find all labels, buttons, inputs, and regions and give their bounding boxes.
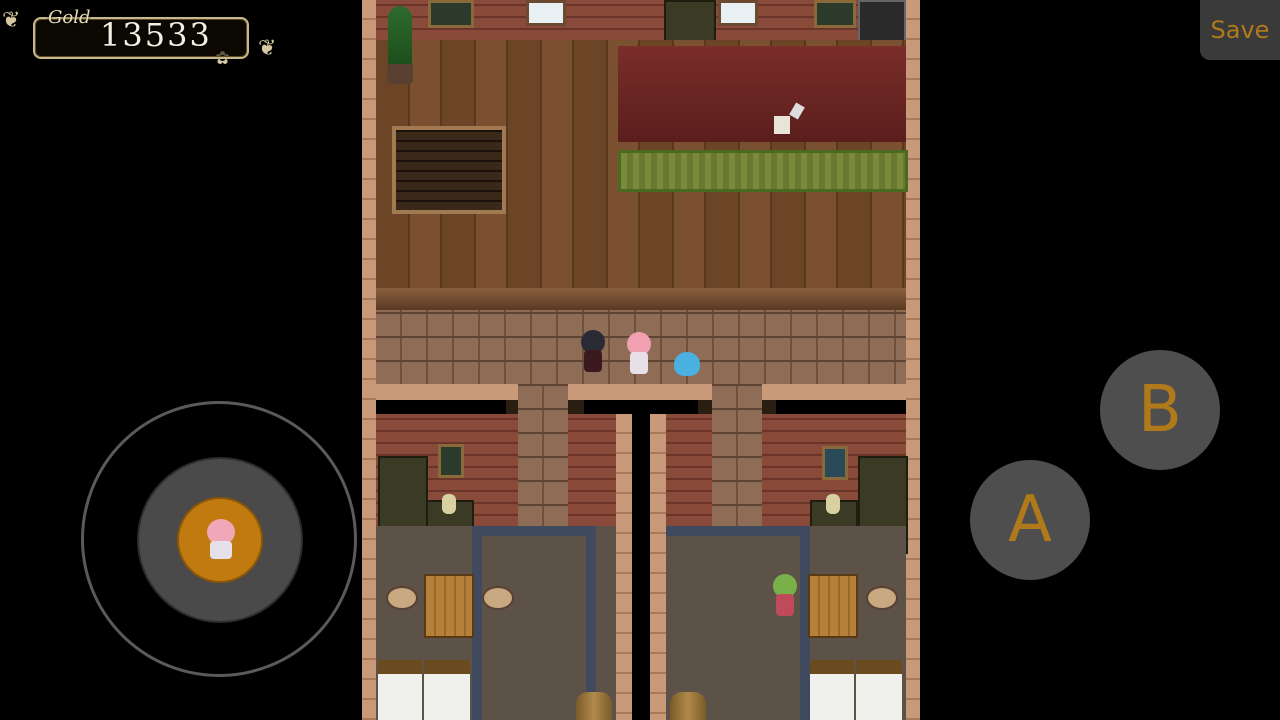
left-room-wall [568, 414, 616, 526]
barrel-icon [670, 692, 706, 720]
a-button[interactable]: A [970, 460, 1090, 580]
avatar-body [210, 541, 232, 559]
reception-counter [618, 46, 906, 142]
room-wall-top [762, 384, 906, 400]
stool [866, 586, 898, 610]
room-wall-top [568, 384, 712, 400]
gold-display: ❦ ❦ ✿ Gold 13533 [0, 0, 285, 75]
barrel-icon [576, 692, 612, 720]
wooden-table [424, 574, 474, 638]
wall-gap [376, 400, 506, 414]
player-dark-haired-boy[interactable] [576, 330, 610, 376]
wall-painting [814, 0, 856, 28]
wooden-table [808, 574, 858, 638]
bed [424, 660, 470, 720]
bed [856, 660, 902, 720]
wall-gap [776, 400, 906, 414]
staircase[interactable] [392, 126, 506, 214]
flourish-right-icon: ❦ [258, 36, 277, 61]
bed [378, 660, 422, 720]
wall-portrait [438, 444, 464, 478]
b-button[interactable]: B [1100, 350, 1220, 470]
flourish-left-icon: ❦ [2, 8, 21, 33]
party-pink-haired-girl[interactable] [622, 332, 656, 378]
npc-green-haired-girl[interactable] [768, 574, 802, 620]
outfit [776, 594, 794, 616]
center-divider [632, 400, 650, 720]
bed [810, 660, 854, 720]
room-wall-top [376, 384, 518, 400]
right-room-wall [666, 414, 712, 526]
joystick-knob[interactable] [177, 497, 263, 583]
center-wall-right [650, 414, 666, 720]
center-wall-left [616, 414, 632, 720]
right-wall [906, 0, 920, 720]
lamp-icon [826, 494, 840, 514]
window [526, 0, 566, 26]
lamp-icon [442, 494, 456, 514]
left-wall [362, 0, 376, 720]
slime-body [674, 352, 700, 376]
paper-note-icon[interactable] [774, 116, 790, 134]
game-map[interactable] [362, 0, 920, 720]
gold-label: Gold [48, 7, 91, 28]
stool [386, 586, 418, 610]
wall-painting [428, 0, 474, 28]
party-blue-slime[interactable] [672, 348, 702, 378]
right-room-rug [666, 526, 810, 720]
window [718, 0, 758, 26]
wall-portrait [822, 446, 848, 480]
outfit [630, 352, 648, 374]
save-button[interactable]: Save [1200, 0, 1280, 60]
floor-ledge [376, 288, 906, 310]
green-rug [618, 150, 908, 192]
left-room-rug [472, 526, 596, 720]
stool [482, 586, 514, 610]
plant-pot [387, 64, 413, 84]
outfit [584, 350, 602, 372]
gold-amount: 13533 [100, 16, 212, 54]
